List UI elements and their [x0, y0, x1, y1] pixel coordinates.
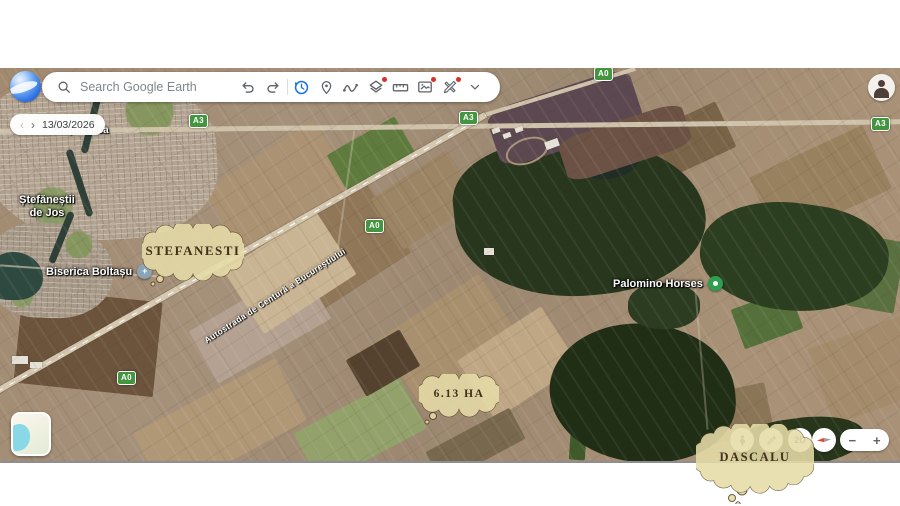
town-label-stefanestii-de-jos: Ștefăneștii de Jos	[12, 194, 82, 219]
notification-dot	[431, 77, 436, 82]
poi-church-label: Biserica Boltașu	[46, 266, 132, 278]
measure-icon[interactable]	[390, 76, 412, 98]
historical-imagery-icon[interactable]	[290, 76, 312, 98]
terrain-texture	[30, 362, 42, 368]
annotation-cloud-stefanesti[interactable]: STEFANESTI	[142, 224, 244, 288]
zoom-control: − +	[840, 429, 889, 451]
layers-icon[interactable]	[365, 76, 387, 98]
cloud-text: STEFANESTI	[142, 224, 244, 278]
compass-needle-icon	[813, 429, 835, 451]
road-badge-a0: A0	[594, 68, 613, 81]
terrain-texture	[807, 315, 900, 424]
search-input[interactable]: Search Google Earth	[80, 80, 197, 94]
horse-poi-icon[interactable]	[708, 276, 723, 291]
notification-dot	[382, 77, 387, 82]
main-toolbar: Search Google Earth	[42, 72, 500, 102]
road-badge-a3: A3	[871, 117, 890, 131]
redo-icon[interactable]	[262, 76, 284, 98]
road-badge-a3: A3	[189, 114, 208, 128]
draw-path-icon[interactable]	[340, 76, 362, 98]
poi-horses-label: Palomino Horses	[613, 278, 703, 290]
next-date-button[interactable]: ›	[31, 119, 35, 131]
compass-button[interactable]	[812, 428, 836, 452]
photos-icon[interactable]	[414, 76, 436, 98]
prev-date-button[interactable]: ‹	[20, 119, 24, 131]
add-placemark-icon[interactable]	[315, 76, 337, 98]
poi-biserica-boltasu[interactable]: Biserica Boltașu +	[46, 264, 152, 279]
time-navigation-pill: ‹ › 13/03/2026	[10, 114, 105, 135]
road-badge-a0: A0	[117, 371, 136, 385]
drawing-tools-icon[interactable]	[439, 76, 461, 98]
toolbar-divider	[287, 79, 288, 95]
road-badge-a0: A0	[365, 219, 384, 233]
user-avatar[interactable]	[868, 74, 895, 101]
terrain-texture	[484, 248, 494, 255]
zoom-out-button[interactable]: −	[848, 434, 856, 447]
search-box[interactable]: Search Google Earth	[42, 80, 225, 94]
poi-palomino-horses[interactable]: Palomino Horses	[613, 276, 723, 291]
chevron-down-icon[interactable]	[464, 76, 486, 98]
annotation-cloud-area[interactable]: 6.13 HA	[419, 374, 499, 426]
zoom-in-button[interactable]: +	[873, 434, 881, 447]
search-icon	[57, 80, 71, 94]
cloud-text: 6.13 HA	[419, 374, 499, 414]
page-canvas: { "toolbar": { "search_placeholder": "Se…	[0, 0, 900, 506]
avatar-person-icon	[878, 80, 885, 87]
road-badge-a3: A3	[459, 111, 478, 125]
overview-minimap[interactable]	[11, 412, 51, 456]
notification-dot	[456, 77, 461, 82]
undo-icon[interactable]	[237, 76, 259, 98]
google-earth-logo[interactable]	[10, 71, 41, 102]
cloud-text: DASCALU	[696, 424, 814, 490]
terrain-texture	[293, 377, 426, 463]
imagery-date: 13/03/2026	[42, 119, 95, 131]
terrain-texture	[12, 356, 28, 364]
annotation-cloud-dascalu[interactable]: DASCALU	[696, 424, 814, 504]
